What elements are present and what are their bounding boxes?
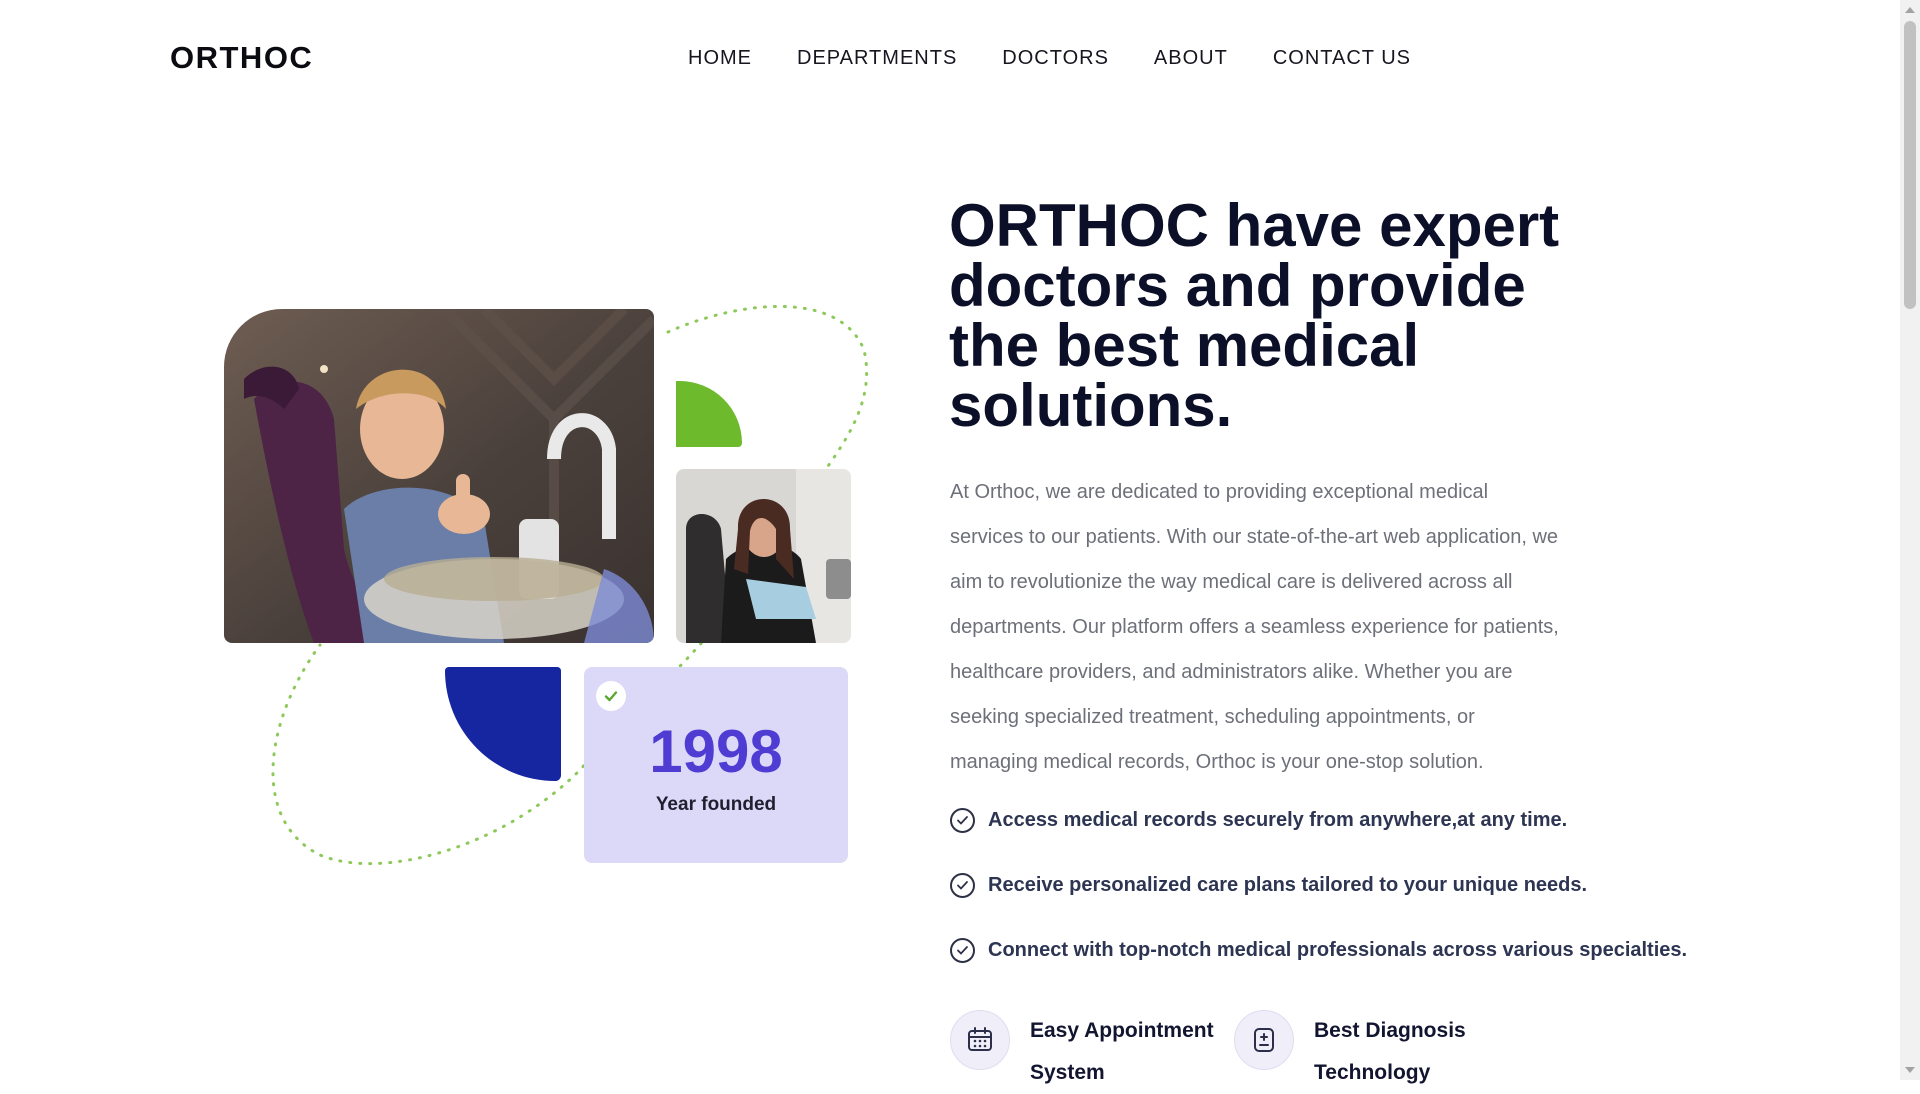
scroll-down-arrow-icon[interactable]	[1905, 1067, 1915, 1073]
hero-description: At Orthoc, we are dedicated to providing…	[950, 481, 1559, 773]
check-circle-icon	[950, 937, 975, 963]
service-best-diagnosis: Best Diagnosis Technology	[1234, 1010, 1504, 1094]
feature-text: Receive personalized care plans tailored…	[988, 873, 1588, 896]
nav-about[interactable]: ABOUT	[1154, 46, 1228, 70]
check-circle-icon	[950, 807, 975, 833]
year-founded-card: 1998 Year founded	[584, 667, 848, 863]
scrollbar-thumb[interactable]	[1904, 21, 1916, 309]
check-circle-icon	[950, 872, 975, 898]
calendar-icon	[950, 1010, 1010, 1070]
boy-dental-chair-photo	[224, 309, 654, 643]
feature-item: Receive personalized care plans tailored…	[950, 870, 1687, 900]
nav-contact-us[interactable]: CONTACT US	[1273, 46, 1411, 70]
feature-text: Access medical records securely from any…	[988, 808, 1568, 831]
scroll-up-arrow-icon[interactable]	[1905, 7, 1915, 13]
year-founded-label: Year founded	[655, 794, 777, 815]
feature-item: Connect with top-notch medical professio…	[950, 935, 1687, 965]
service-easy-appointment: Easy Appointment System	[950, 1010, 1220, 1094]
diagnosis-icon	[1234, 1010, 1294, 1070]
year-founded-value: 1998	[649, 718, 783, 785]
feature-list: Access medical records securely from any…	[950, 805, 1687, 1000]
check-icon	[596, 681, 626, 711]
feature-item: Access medical records securely from any…	[950, 805, 1687, 835]
service-label: Easy Appointment System	[1030, 1019, 1214, 1084]
page-scrollbar[interactable]	[1900, 0, 1920, 1080]
woman-dental-chair-photo	[676, 469, 851, 643]
service-label: Best Diagnosis Technology	[1314, 1019, 1466, 1084]
hero-title: ORTHOC have expert doctors and provide t…	[949, 192, 1560, 439]
nav-doctors[interactable]: DOCTORS	[1002, 46, 1109, 70]
feature-text: Connect with top-notch medical professio…	[988, 938, 1688, 961]
